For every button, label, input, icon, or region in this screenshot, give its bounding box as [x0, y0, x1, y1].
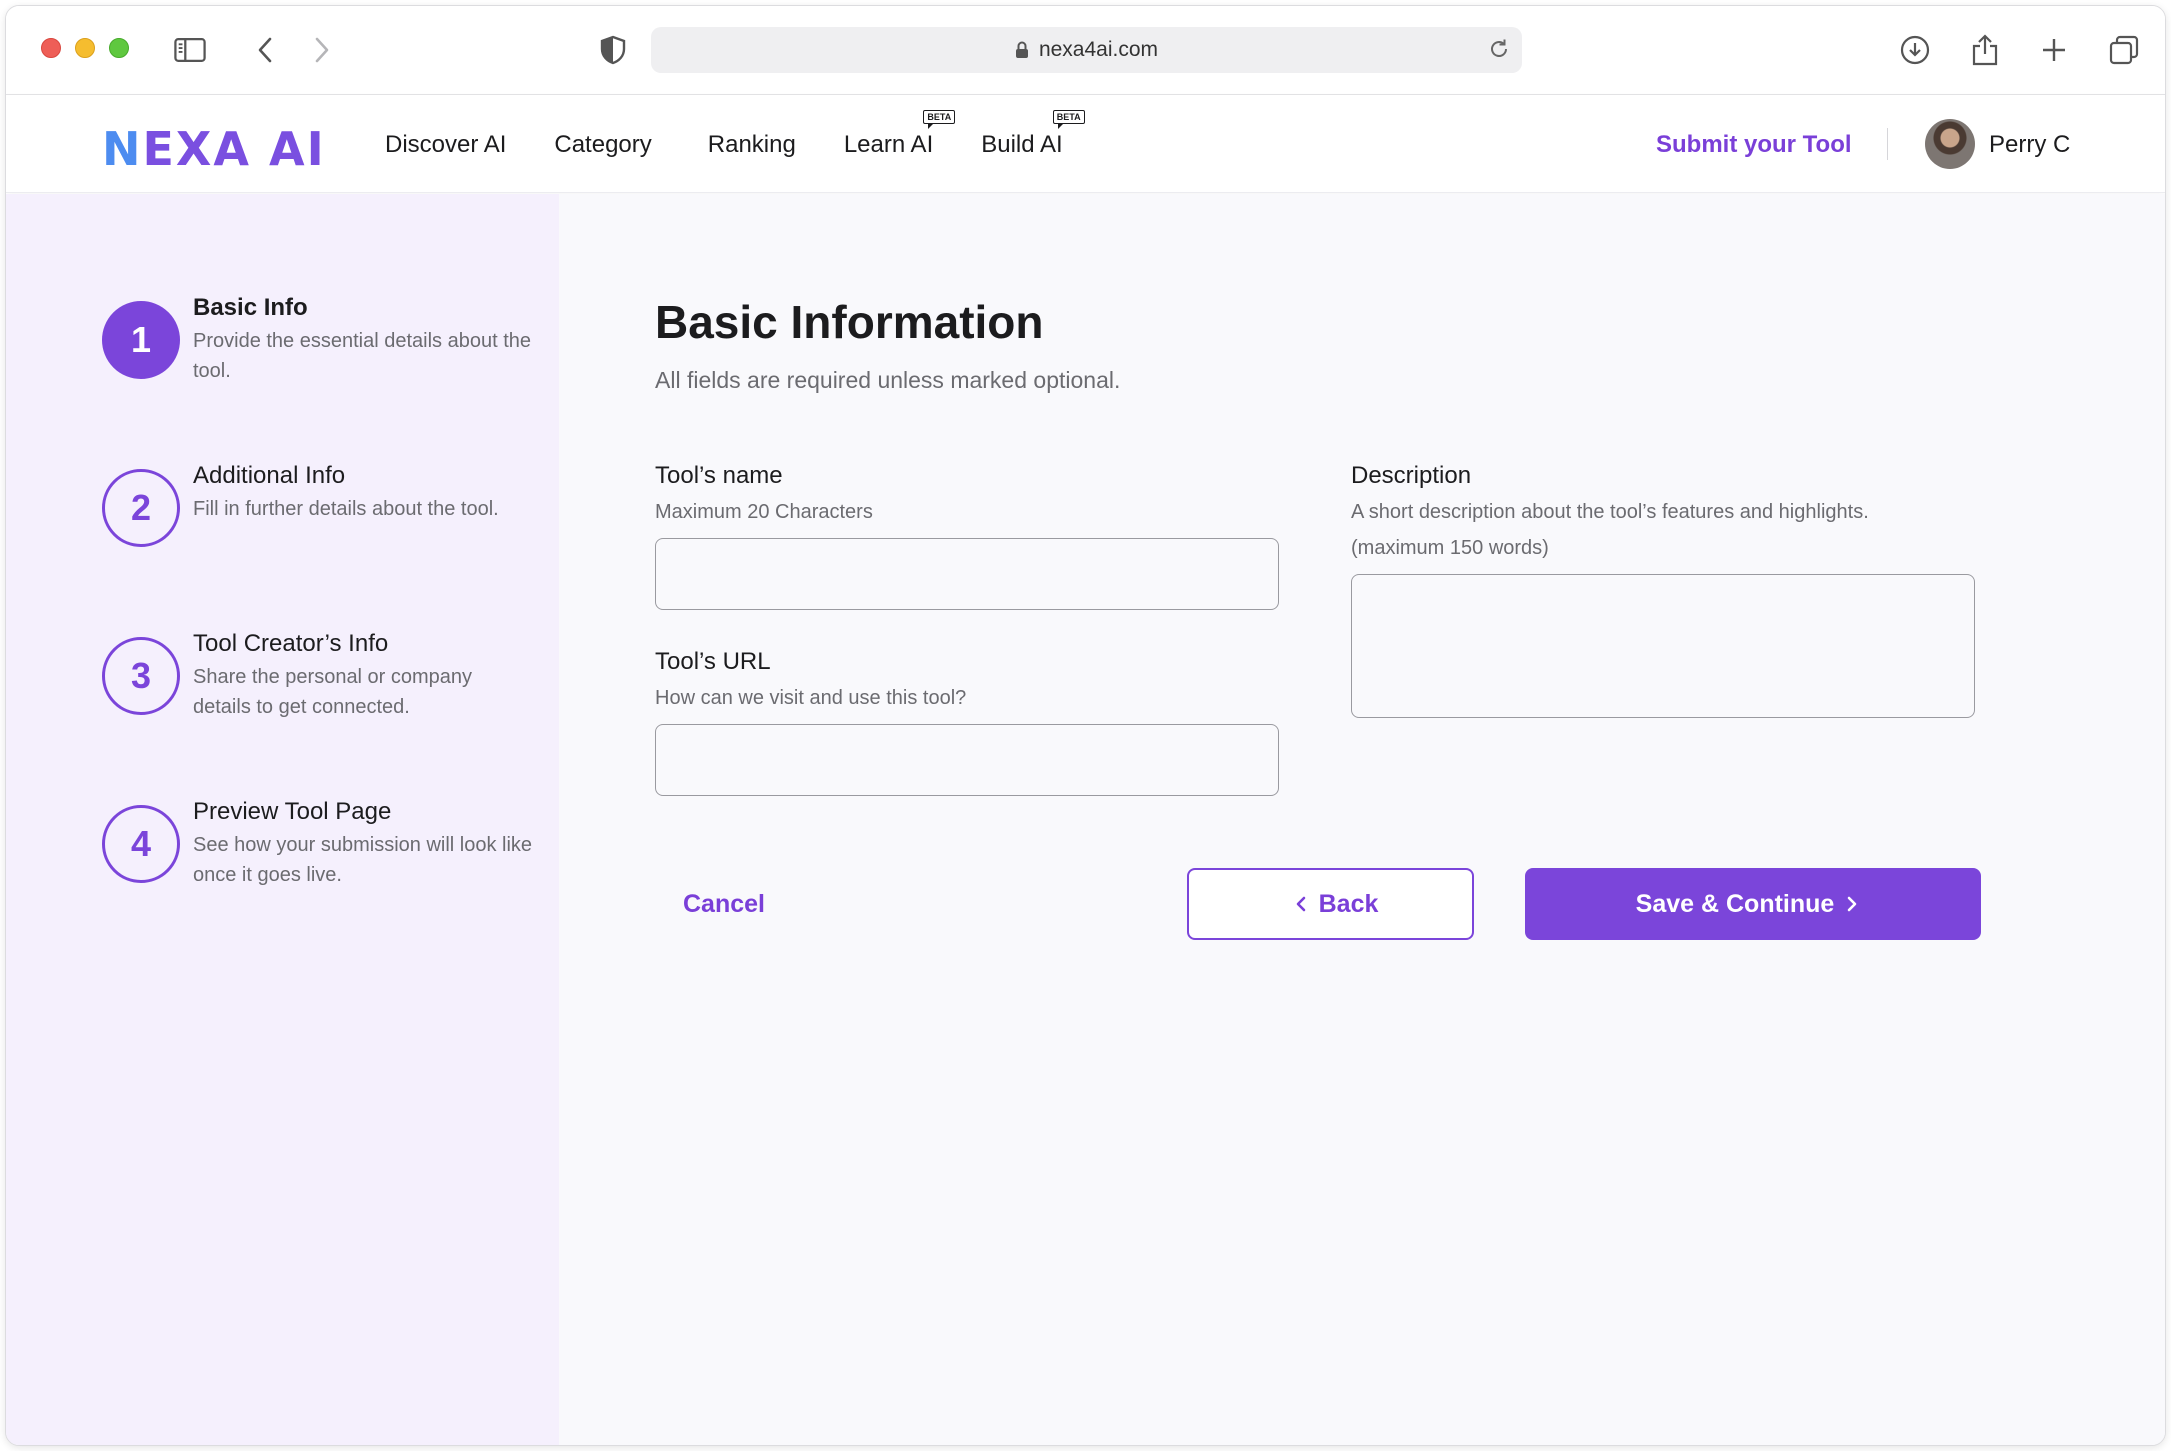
back-arrow-icon[interactable]: [249, 34, 281, 66]
description-hint: A short description about the tool’s fea…: [1351, 501, 1869, 523]
shield-icon[interactable]: [597, 34, 629, 66]
tool-name-label: Tool’s name: [655, 462, 783, 489]
step-title: Tool Creator’s Info: [193, 630, 389, 657]
nav-discover-ai[interactable]: Discover AI: [385, 131, 506, 159]
stepper-sidebar: 1 Basic Info Provide the essential detai…: [6, 194, 559, 1445]
description-word-limit: (maximum 150 words): [1351, 537, 1549, 559]
description-textarea[interactable]: [1351, 574, 1975, 718]
maximize-window-button[interactable]: [109, 38, 129, 58]
step-number: 1: [102, 301, 180, 379]
forward-arrow-icon[interactable]: [306, 34, 338, 66]
page-subtitle: All fields are required unless marked op…: [655, 367, 1121, 393]
download-icon[interactable]: [1899, 34, 1931, 66]
back-button[interactable]: Back: [1187, 868, 1474, 940]
nav-ranking[interactable]: Ranking: [708, 131, 796, 159]
step-description: See how your submission will look like o…: [193, 834, 533, 886]
main-nav: Discover AI Category Ranking Learn AI BET…: [385, 110, 1111, 159]
cancel-button[interactable]: Cancel: [683, 890, 765, 919]
url-text: nexa4ai.com: [1038, 38, 1159, 61]
nav-learn-ai[interactable]: Learn AI BETA: [844, 110, 956, 159]
description-label: Description: [1351, 462, 1472, 489]
step-title: Additional Info: [193, 462, 346, 489]
page-title: Basic Information: [655, 296, 1044, 348]
tabs-icon[interactable]: [2108, 34, 2140, 66]
browser-window: nexa4ai.com NEXA AI Discover AI Category…: [5, 5, 2166, 1446]
nav-category[interactable]: Category: [554, 131, 651, 159]
header-divider: [1887, 128, 1888, 160]
beta-badge: BETA: [923, 110, 956, 129]
sidebar-icon[interactable]: [174, 34, 206, 66]
chevron-left-icon: [1295, 895, 1307, 913]
chevron-right-icon: [1846, 895, 1858, 913]
user-name[interactable]: Perry C: [1989, 131, 2070, 159]
browser-toolbar: nexa4ai.com: [6, 6, 2165, 95]
step-title: Basic Info: [193, 294, 308, 321]
form-main: Basic Information All fields are require…: [559, 194, 2165, 1445]
window-controls: [41, 38, 129, 58]
address-bar[interactable]: nexa4ai.com: [651, 27, 1522, 73]
site-header: NEXA AI Discover AI Category Ranking Lea…: [6, 95, 2165, 193]
step-description: Provide the essential details about the …: [193, 330, 531, 382]
step-number: 3: [102, 637, 180, 715]
tool-url-input[interactable]: [655, 724, 1279, 796]
save-continue-button[interactable]: Save & Continue: [1525, 868, 1981, 940]
nexa-ai-logo[interactable]: NEXA AI: [102, 122, 326, 176]
tool-url-hint: How can we visit and use this tool?: [655, 687, 967, 709]
step-number: 4: [102, 805, 180, 883]
step-number: 2: [102, 469, 180, 547]
save-button-label: Save & Continue: [1635, 889, 1835, 918]
nav-build-ai[interactable]: Build AI BETA: [981, 110, 1085, 159]
share-icon[interactable]: [1969, 34, 2001, 66]
tool-name-input[interactable]: [655, 538, 1279, 610]
avatar[interactable]: [1925, 119, 1975, 169]
lock-icon: [1015, 41, 1029, 59]
step-description: Fill in further details about the tool.: [193, 498, 499, 520]
back-button-label: Back: [1318, 889, 1379, 918]
plus-icon[interactable]: [2038, 34, 2070, 66]
step-description: Share the personal or company details to…: [193, 666, 473, 718]
tool-url-label: Tool’s URL: [655, 648, 771, 675]
reload-icon[interactable]: [1488, 38, 1510, 66]
submit-tool-link[interactable]: Submit your Tool: [1656, 131, 1852, 159]
minimize-window-button[interactable]: [75, 38, 95, 58]
close-window-button[interactable]: [41, 38, 61, 58]
beta-badge: BETA: [1052, 110, 1085, 129]
step-title: Preview Tool Page: [193, 798, 392, 825]
tool-name-hint: Maximum 20 Characters: [655, 501, 873, 523]
